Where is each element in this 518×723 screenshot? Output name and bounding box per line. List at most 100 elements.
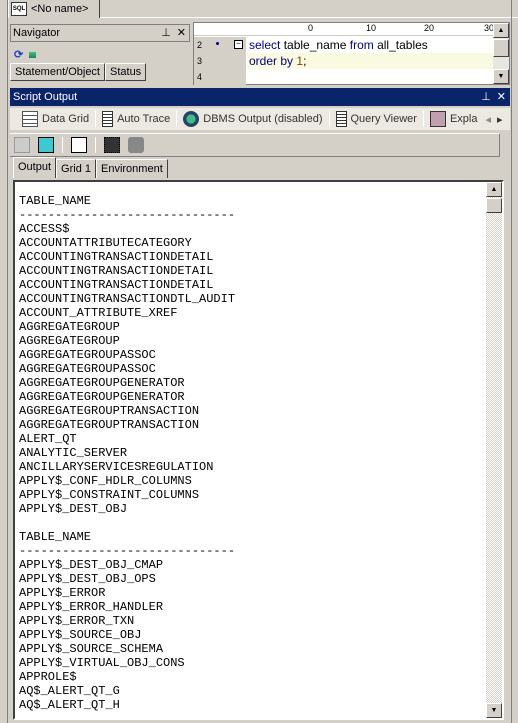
pin-icon[interactable]: ⊥ <box>161 25 171 41</box>
auto-trace-button[interactable]: Auto Trace <box>96 111 176 127</box>
scroll-up-button[interactable]: ▲ <box>493 23 509 38</box>
ruler-tick: 0 <box>308 23 314 33</box>
scroll-down-button[interactable]: ▼ <box>486 703 502 718</box>
result-row: APPLY$_ERROR_HANDLER <box>19 600 164 614</box>
editor-scrollbar[interactable]: ▲ ▼ <box>493 23 509 84</box>
result-row: APPLY$_SOURCE_SCHEMA <box>19 642 164 656</box>
result-row: AGGREGATEGROUP <box>19 334 120 348</box>
result-row: AQ$_ALERT_QT_H <box>19 698 120 712</box>
result-row: APPLY$_DEST_OBJ_CMAP <box>19 558 164 572</box>
tab-grid-1[interactable]: Grid 1 <box>56 159 96 178</box>
explain-button[interactable]: Expla <box>424 111 484 127</box>
navigator-tabs: Statement/Object Status <box>10 63 147 81</box>
editor-gutter: 2 3 4 − <box>194 37 246 85</box>
output-panel[interactable]: TABLE_NAME ------------------------------… <box>13 180 504 720</box>
result-row: APPLY$_DEST_OBJ <box>19 502 128 516</box>
result-row: ACCOUNT_ATTRIBUTE_XREF <box>19 306 178 320</box>
data-grid-button[interactable]: Data Grid <box>16 111 95 127</box>
result-row: ACCOUNTINGTRANSACTIONDTL_AUDIT <box>19 292 236 306</box>
result-row: AGGREGATEGROUPTRANSACTION <box>19 418 200 432</box>
close-icon[interactable]: ✕ <box>497 88 506 106</box>
refresh-icon[interactable]: ⟳ <box>14 48 23 61</box>
scroll-down-button[interactable]: ▼ <box>493 69 509 84</box>
copy-icon[interactable] <box>14 137 30 153</box>
result-row: APPLY$_SOURCE_OBJ <box>19 628 142 642</box>
right-frame <box>511 0 518 723</box>
column-header: TABLE_NAME <box>19 530 92 544</box>
document-tab-label: <No name> <box>31 3 89 15</box>
status-icon[interactable] <box>29 51 37 58</box>
result-row: AGGREGATEGROUPTRANSACTION <box>19 404 200 418</box>
result-row: APPLY$_CONF_HDLR_COLUMNS <box>19 474 192 488</box>
text-view-icon[interactable] <box>38 137 54 153</box>
pin-icon[interactable]: ⊥ <box>481 88 491 106</box>
ruler-tick: 10 <box>366 23 377 33</box>
left-frame <box>0 0 8 723</box>
output-scrollbar[interactable]: ▲ ▼ <box>486 182 502 718</box>
line-number: 3 <box>197 56 203 66</box>
code-line[interactable]: select table_name from all_tables <box>247 37 494 53</box>
code-area[interactable]: select table_name from all_tables order b… <box>247 37 494 85</box>
result-row: AGGREGATEGROUP <box>19 320 120 334</box>
scroll-thumb[interactable] <box>493 39 509 57</box>
result-row: APPLY$_CONSTRAINT_COLUMNS <box>19 488 200 502</box>
result-row: ANCILLARYSERVICESREGULATION <box>19 460 214 474</box>
output-toolbar: Data Grid Auto Trace DBMS Output (disabl… <box>10 108 510 130</box>
document-tab[interactable]: SQL <No name> <box>8 0 100 18</box>
bookmark-dot-icon <box>216 42 219 45</box>
explain-icon <box>429 111 446 127</box>
column-header: TABLE_NAME <box>19 194 92 208</box>
sql-editor[interactable]: 0 10 20 30 2 3 4 − select table_name fro… <box>193 22 510 85</box>
result-row: APPLY$_DEST_OBJ_OPS <box>19 572 156 586</box>
result-row: AGGREGATEGROUPGENERATOR <box>19 390 185 404</box>
separator <box>95 137 96 153</box>
output-tabs: Output Grid 1 Environment <box>13 157 168 178</box>
result-row: AGGREGATEGROUPASSOC <box>19 348 156 362</box>
result-row: APPLY$_ERROR_TXN <box>19 614 135 628</box>
dbms-output-icon <box>183 111 200 127</box>
script-output-title-text: Script Output <box>13 91 78 103</box>
tab-strip-border <box>100 17 518 18</box>
sql-file-icon: SQL <box>11 2 27 16</box>
result-row: APPLY$_ERROR <box>19 586 106 600</box>
ruler-tick: 20 <box>424 23 435 33</box>
column-separator: ------------------------------ <box>19 208 236 222</box>
new-document-icon[interactable] <box>71 137 87 153</box>
scroll-right-icon[interactable]: ▸ <box>497 113 503 126</box>
separator <box>62 137 63 153</box>
column-separator: ------------------------------ <box>19 544 236 558</box>
tab-statement-object[interactable]: Statement/Object <box>10 63 105 81</box>
result-row: ACCOUNTINGTRANSACTIONDETAIL <box>19 278 214 292</box>
tab-output[interactable]: Output <box>13 157 57 178</box>
explain-label: Expla <box>449 113 478 125</box>
save-icon[interactable] <box>104 137 120 153</box>
scroll-left-icon[interactable]: ◂ <box>485 113 491 126</box>
result-row: ANALYTIC_SERVER <box>19 446 128 460</box>
auto-trace-icon <box>102 111 114 127</box>
result-row: AQ$_ALERT_QT_G <box>19 684 120 698</box>
query-viewer-button[interactable]: Query Viewer <box>330 111 423 127</box>
result-row: ACCOUNTINGTRANSACTIONDETAIL <box>19 250 214 264</box>
line-number: 2 <box>197 40 203 50</box>
line-number: 4 <box>197 72 203 82</box>
result-row: ACCOUNTATTRIBUTECATEGORY <box>19 236 192 250</box>
data-grid-label: Data Grid <box>42 113 90 125</box>
query-viewer-label: Query Viewer <box>350 113 417 125</box>
result-row: AGGREGATEGROUPASSOC <box>19 362 156 376</box>
tab-status[interactable]: Status <box>105 63 147 81</box>
result-row: ALERT_QT <box>19 432 77 446</box>
print-icon[interactable] <box>128 137 144 153</box>
collapse-icon[interactable]: − <box>234 40 243 49</box>
result-row: ACCOUNTINGTRANSACTIONDETAIL <box>19 264 214 278</box>
dbms-output-button[interactable]: DBMS Output (disabled) <box>177 111 328 127</box>
tab-environment[interactable]: Environment <box>96 159 168 178</box>
column-ruler: 0 10 20 30 <box>194 23 494 36</box>
result-row: APPROLE$ <box>19 670 77 684</box>
code-line[interactable]: order by 1; <box>247 53 494 69</box>
scroll-thumb[interactable] <box>486 198 502 213</box>
close-icon[interactable]: ✕ <box>177 25 186 41</box>
navigator-title: Navigator <box>13 27 61 39</box>
scroll-up-button[interactable]: ▲ <box>486 182 502 197</box>
script-output-title: Script Output ⊥ ✕ <box>10 88 510 106</box>
